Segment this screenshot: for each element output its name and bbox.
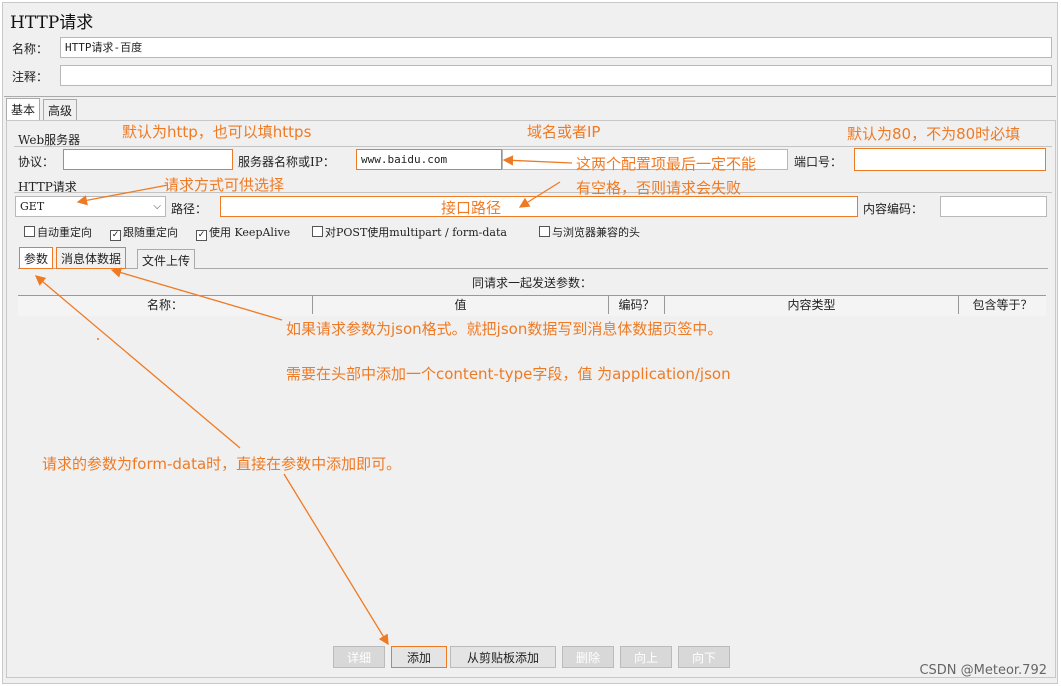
arrow-to-server-field xyxy=(502,155,573,166)
arrow-to-path-field xyxy=(518,181,561,208)
arrow-to-body-data-tab xyxy=(110,267,283,321)
watermark: CSDN @Meteor.792 xyxy=(919,663,1047,678)
annotation-json-body: 如果请求参数为json格式。就把json数据写到消息体数据页签中。 xyxy=(286,320,723,338)
annotation-domain-or-ip: 域名或者IP xyxy=(527,123,601,141)
arrow-to-parameters-tab xyxy=(35,275,241,449)
annotation-arrows xyxy=(35,155,573,646)
annotation-form-data: 请求的参数为form-data时，直接在参数中添加即可。 xyxy=(42,455,402,473)
annotation-no-spaces-line1: 这两个配置项最后一定不能 xyxy=(576,155,757,173)
arrow-to-method-select xyxy=(76,184,169,206)
annotation-content-type: 需要在头部中添加一个content-type字段，值 为application/… xyxy=(286,365,731,383)
annotation-default-http: 默认为http，也可以填https xyxy=(122,123,312,141)
annotation-default-port: 默认为80，不为80时必填 xyxy=(847,125,1021,143)
annotation-method-select: 请求方式可供选择 xyxy=(164,176,285,194)
annotation-path: 接口路径 xyxy=(441,199,502,217)
annotation-no-spaces-line2: 有空格，否则请求会失败 xyxy=(576,179,742,197)
annotation-dot xyxy=(97,338,99,340)
arrow-to-add-button xyxy=(283,473,389,646)
